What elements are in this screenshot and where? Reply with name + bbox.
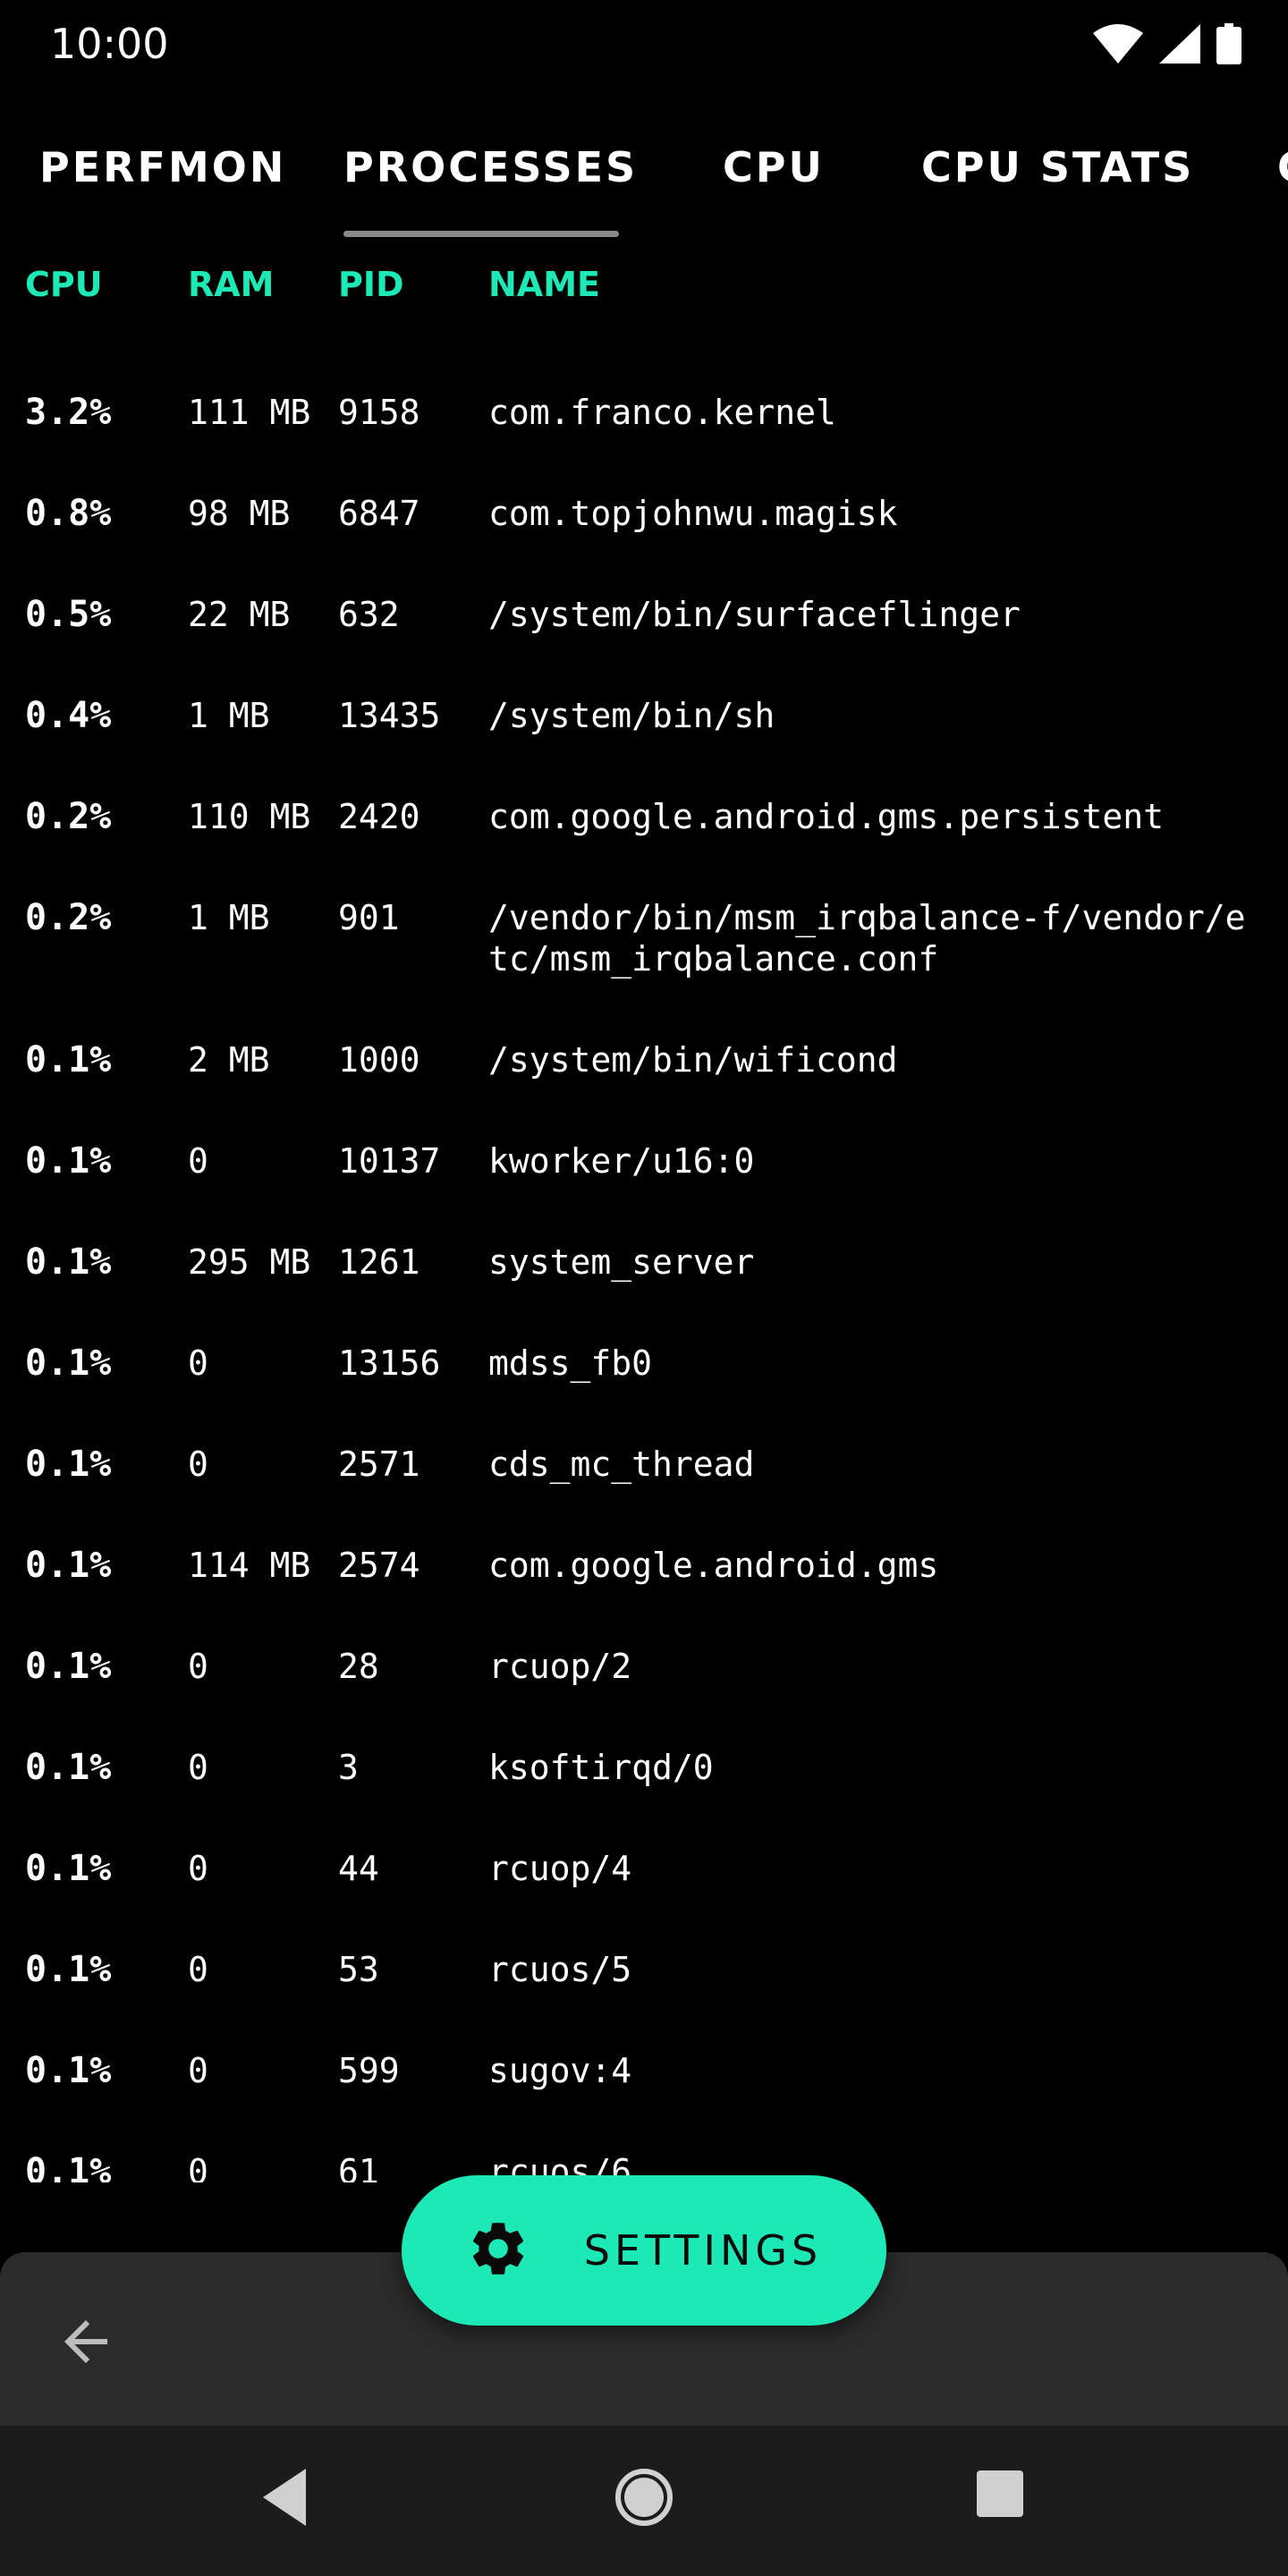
cell-ram: 110 MB <box>188 797 311 836</box>
cell-name: /vendor/bin/msm_irqbalance-f/vendor/etc/… <box>488 898 1246 979</box>
cell-ram: 0 <box>188 1141 208 1181</box>
cell-pid: 2420 <box>338 797 420 836</box>
cell-cpu: 0.1% <box>25 1444 112 1485</box>
column-header-name[interactable]: NAME <box>488 265 600 304</box>
gear-icon <box>466 2216 530 2284</box>
wifi-icon <box>1093 24 1143 64</box>
cell-pid: 13156 <box>338 1343 441 1383</box>
status-bar: 10:00 <box>0 0 1288 89</box>
cell-ram: 114 MB <box>188 1546 311 1585</box>
cell-name: /system/bin/sh <box>488 696 775 735</box>
status-time: 10:00 <box>50 20 169 68</box>
status-icons <box>1093 23 1241 64</box>
cell-pid: 3 <box>338 1748 359 1787</box>
cell-cpu: 0.4% <box>25 695 112 736</box>
battery-icon <box>1216 23 1241 64</box>
cell-pid: 2574 <box>338 1546 420 1585</box>
cell-name: cds_mc_thread <box>488 1445 755 1484</box>
cell-ram: 1 MB <box>188 696 270 735</box>
cell-ram: 98 MB <box>188 494 291 533</box>
cell-ram: 0 <box>188 1445 208 1484</box>
cell-pid: 632 <box>338 595 400 634</box>
nav-recents-icon[interactable] <box>975 2469 1025 2522</box>
signal-icon <box>1159 24 1200 64</box>
cell-pid: 61 <box>338 2152 379 2182</box>
cell-name: /system/bin/wificond <box>488 1040 898 1080</box>
column-header-ram[interactable]: RAM <box>188 265 274 304</box>
cell-pid: 53 <box>338 1950 379 1989</box>
cell-name: rcuop/2 <box>488 1647 632 1686</box>
cell-pid: 2571 <box>338 1445 420 1484</box>
tab-processes[interactable]: PROCESSES <box>343 143 638 191</box>
cell-pid: 9158 <box>338 393 420 432</box>
nav-back-icon[interactable] <box>259 2465 309 2533</box>
cell-name: sugov:4 <box>488 2051 632 2090</box>
cell-cpu: 0.1% <box>25 1949 112 1990</box>
cell-name: com.topjohnwu.magisk <box>488 494 898 533</box>
cell-pid: 1261 <box>338 1242 420 1282</box>
tab-cpu-stats[interactable]: CPU STATS <box>921 143 1194 191</box>
tab-perfmon[interactable]: PERFMON <box>39 143 286 191</box>
cell-name: ksoftirqd/0 <box>488 1748 714 1787</box>
cell-ram: 0 <box>188 1748 208 1787</box>
cell-cpu: 0.1% <box>25 1545 112 1586</box>
cell-name: com.google.android.gms.persistent <box>488 797 1164 836</box>
cell-cpu: 0.1% <box>25 1646 112 1687</box>
cell-name: mdss_fb0 <box>488 1343 653 1383</box>
cell-cpu: 0.5% <box>25 594 112 635</box>
tab-indicator <box>343 231 619 237</box>
cell-pid: 901 <box>338 898 400 937</box>
cell-cpu: 0.1% <box>25 2050 112 2091</box>
cell-ram: 22 MB <box>188 595 291 634</box>
cell-ram: 0 <box>188 2051 208 2090</box>
cell-ram: 1 MB <box>188 898 270 937</box>
cell-cpu: 0.1% <box>25 1343 112 1384</box>
tab-bar: PERFMON PROCESSES CPU CPU STATS C <box>0 125 1288 242</box>
cell-name: rcuop/4 <box>488 1849 632 1888</box>
cell-pid: 10137 <box>338 1141 441 1181</box>
cell-pid: 6847 <box>338 494 420 533</box>
system-nav-bar <box>0 2426 1288 2576</box>
cell-ram: 295 MB <box>188 1242 311 1282</box>
cell-name: rcuos/5 <box>488 1950 632 1989</box>
cell-ram: 0 <box>188 2152 208 2182</box>
cell-cpu: 0.1% <box>25 1039 112 1080</box>
cell-cpu: 0.1% <box>25 2151 112 2182</box>
cell-ram: 0 <box>188 1950 208 1989</box>
tab-overflow[interactable]: C <box>1277 143 1288 191</box>
cell-pid: 599 <box>338 2051 400 2090</box>
table-header: CPU RAM PID NAME <box>0 265 1288 318</box>
process-list: 3.2% 111 MB 9158 com.franco.kernel 0.8% … <box>0 358 1288 2182</box>
cell-name: com.google.android.gms <box>488 1546 939 1585</box>
cell-pid: 1000 <box>338 1040 420 1080</box>
cell-cpu: 0.8% <box>25 493 112 534</box>
cell-cpu: 0.2% <box>25 796 112 837</box>
cell-name: kworker/u16:0 <box>488 1141 755 1181</box>
cell-name: com.franco.kernel <box>488 393 836 432</box>
cell-pid: 28 <box>338 1647 379 1686</box>
cell-cpu: 0.1% <box>25 1140 112 1182</box>
cell-ram: 0 <box>188 1343 208 1383</box>
cell-ram: 2 MB <box>188 1040 270 1080</box>
cell-cpu: 0.1% <box>25 1241 112 1283</box>
cell-pid: 44 <box>338 1849 379 1888</box>
settings-button[interactable]: SETTINGS <box>402 2175 886 2326</box>
cell-name: /system/bin/surfaceflinger <box>488 595 1021 634</box>
nav-home-icon[interactable] <box>612 2465 676 2533</box>
cell-ram: 111 MB <box>188 393 311 432</box>
arrow-left-icon[interactable] <box>54 2309 118 2374</box>
tab-cpu[interactable]: CPU <box>723 143 825 191</box>
cell-cpu: 0.2% <box>25 897 112 938</box>
cell-name: system_server <box>488 1242 755 1282</box>
settings-label: SETTINGS <box>583 2226 823 2275</box>
column-header-pid[interactable]: PID <box>338 265 404 304</box>
cell-ram: 0 <box>188 1647 208 1686</box>
cell-pid: 13435 <box>338 696 441 735</box>
cell-cpu: 0.1% <box>25 1747 112 1788</box>
cell-cpu: 0.1% <box>25 1848 112 1889</box>
cell-cpu: 3.2% <box>25 392 112 433</box>
column-header-cpu[interactable]: CPU <box>25 265 103 304</box>
cell-ram: 0 <box>188 1849 208 1888</box>
